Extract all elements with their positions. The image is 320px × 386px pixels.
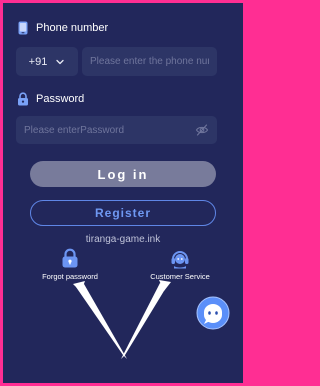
phone-input[interactable] bbox=[90, 56, 209, 67]
register-button[interactable]: Register bbox=[30, 200, 216, 226]
country-code-value: +91 bbox=[28, 55, 48, 68]
phone-label: Phone number bbox=[16, 21, 108, 35]
phone-input-wrapper bbox=[82, 47, 217, 76]
password-input-wrapper bbox=[16, 116, 217, 144]
lock-icon bbox=[59, 247, 81, 269]
lock-icon bbox=[16, 92, 30, 106]
password-label-text: Password bbox=[36, 93, 85, 105]
chat-bot-button[interactable] bbox=[196, 296, 230, 330]
login-button[interactable]: Log in bbox=[30, 161, 216, 187]
eye-off-icon[interactable] bbox=[195, 123, 209, 137]
customer-service-link[interactable]: Customer Service bbox=[141, 247, 219, 281]
phone-label-text: Phone number bbox=[36, 22, 109, 34]
customer-service-label: Customer Service bbox=[150, 272, 210, 281]
chat-bot-icon bbox=[196, 296, 230, 330]
password-label: Password bbox=[16, 92, 84, 106]
headset-icon bbox=[169, 247, 191, 269]
chevron-down-icon bbox=[55, 57, 65, 67]
login-screen: Phone number +91 Password bbox=[3, 3, 243, 383]
forgot-password-link[interactable]: Forgot password bbox=[34, 247, 106, 281]
password-input[interactable] bbox=[24, 124, 195, 136]
phone-icon bbox=[16, 21, 30, 35]
forgot-password-label: Forgot password bbox=[42, 272, 98, 281]
domain-text: tiranga-game.ink bbox=[85, 234, 161, 245]
country-code-select[interactable]: +91 bbox=[16, 47, 78, 76]
